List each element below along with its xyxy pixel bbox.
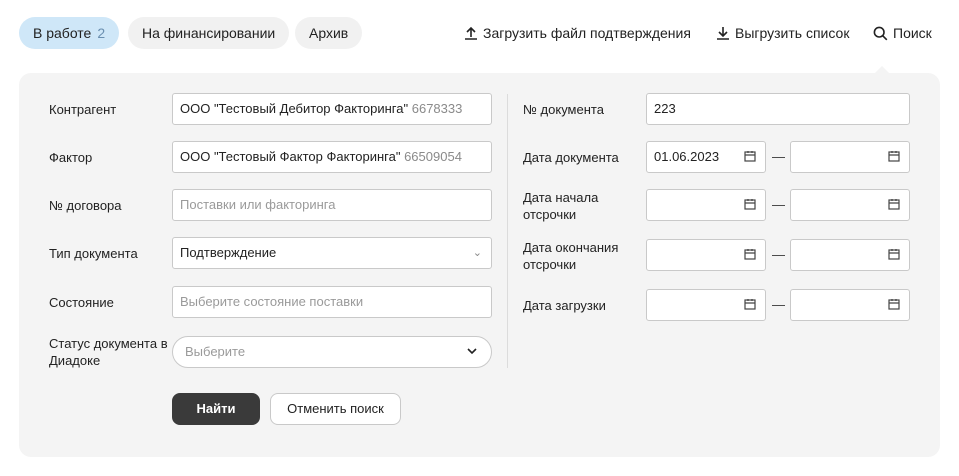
tab-in-work[interactable]: В работе 2 xyxy=(19,17,120,49)
deferral-start-to-input[interactable] xyxy=(790,189,910,221)
calendar-icon xyxy=(744,151,756,162)
range-dash: — xyxy=(772,247,785,262)
factor-field[interactable]: ООО "Тестовый Фактор Факторинга" 6650905… xyxy=(172,141,492,173)
cancel-search-button[interactable]: Отменить поиск xyxy=(270,393,401,425)
doc-date-label: Дата документа xyxy=(523,150,619,165)
upload-confirmation-button[interactable]: Загрузить файл подтверждения xyxy=(464,22,691,44)
diadoc-status-label: Статус документа в Диадоке xyxy=(49,336,168,368)
export-list-button[interactable]: Выгрузить список xyxy=(716,22,849,44)
export-label: Выгрузить список xyxy=(735,25,850,41)
doc-number-label: № документа xyxy=(523,102,604,117)
doc-type-value: Подтверждение xyxy=(180,245,277,260)
doc-type-label: Тип документа xyxy=(49,246,138,261)
chevron-down-icon xyxy=(467,348,477,355)
contragent-field[interactable]: ООО "Тестовый Дебитор Факторинга" 667833… xyxy=(172,93,492,125)
upload-icon xyxy=(465,26,477,40)
diadoc-status-placeholder: Выберите xyxy=(185,344,246,359)
contract-number-input[interactable]: Поставки или факторинга xyxy=(172,189,492,221)
contragent-value: ООО "Тестовый Дебитор Факторинга" xyxy=(180,101,409,116)
upload-label: Загрузить файл подтверждения xyxy=(483,25,691,41)
doc-number-input[interactable]: 223 xyxy=(646,93,910,125)
factor-label: Фактор xyxy=(49,150,93,165)
range-dash: — xyxy=(772,149,785,164)
deferral-end-label: Дата окончания отсрочки xyxy=(523,240,619,272)
range-dash: — xyxy=(772,297,785,312)
column-divider xyxy=(507,94,508,368)
state-select[interactable]: Выберите состояние поставки xyxy=(172,286,492,318)
calendar-icon xyxy=(888,199,900,210)
calendar-icon xyxy=(888,299,900,310)
calendar-icon xyxy=(744,299,756,310)
doc-date-from-value: 01.06.2023 xyxy=(654,149,720,164)
doc-type-select[interactable]: Подтверждение ⌄ xyxy=(172,237,492,269)
contract-label: № договора xyxy=(49,198,122,213)
deferral-start-label: Дата начала отсрочки xyxy=(523,190,599,222)
contragent-label: Контрагент xyxy=(49,102,117,117)
deferral-end-from-input[interactable] xyxy=(646,239,766,271)
chevron-down-icon: ⌄ xyxy=(472,247,482,259)
diadoc-status-select[interactable]: Выберите xyxy=(172,336,492,368)
range-dash: — xyxy=(772,197,785,212)
upload-date-to-input[interactable] xyxy=(790,289,910,321)
tab-label: На финансировании xyxy=(142,25,276,41)
upload-date-label: Дата загрузки xyxy=(523,298,606,313)
deferral-start-from-input[interactable] xyxy=(646,189,766,221)
doc-date-from-input[interactable]: 01.06.2023 xyxy=(646,141,766,173)
download-icon xyxy=(717,27,729,40)
calendar-icon xyxy=(744,249,756,260)
calendar-icon xyxy=(744,199,756,210)
calendar-icon xyxy=(888,249,900,260)
tab-label: Архив xyxy=(309,25,349,41)
upload-date-from-input[interactable] xyxy=(646,289,766,321)
tab-count-badge: 2 xyxy=(97,25,106,41)
find-button[interactable]: Найти xyxy=(172,393,260,425)
state-label: Состояние xyxy=(49,295,114,310)
deferral-end-to-input[interactable] xyxy=(790,239,910,271)
tab-archive[interactable]: Архив xyxy=(295,17,363,49)
search-label: Поиск xyxy=(893,25,932,41)
contragent-inn: 6678333 xyxy=(411,101,463,116)
calendar-icon xyxy=(888,151,900,162)
tab-label: В работе xyxy=(33,25,92,41)
search-toggle-button[interactable]: Поиск xyxy=(873,22,932,44)
tab-financing[interactable]: На финансировании xyxy=(128,17,290,49)
doc-date-to-input[interactable] xyxy=(790,141,910,173)
factor-value: ООО "Тестовый Фактор Факторинга" xyxy=(180,149,401,164)
search-icon xyxy=(873,26,888,40)
factor-inn: 66509054 xyxy=(404,149,462,164)
